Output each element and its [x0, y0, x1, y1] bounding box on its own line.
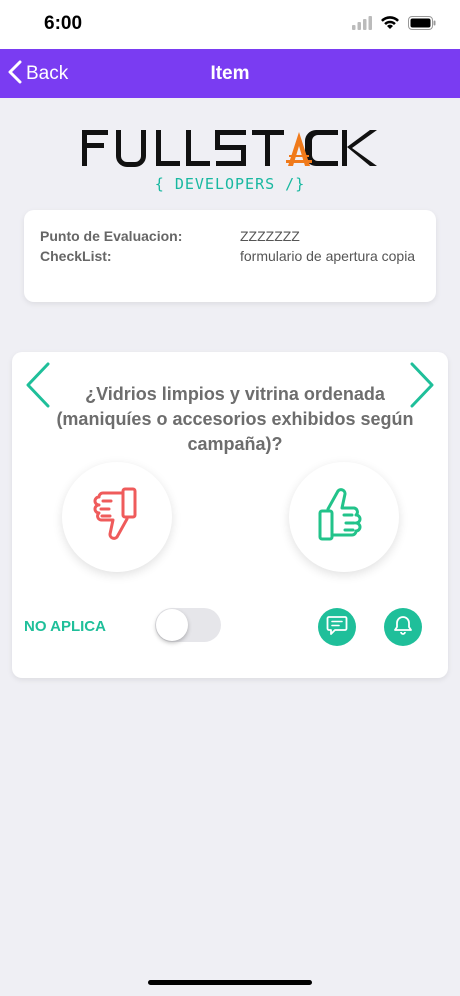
thumbs-up-button[interactable] [289, 462, 399, 572]
question-card: ¿Vidrios limpios y vitrina ordenada (man… [12, 352, 448, 678]
checklist-label: CheckList: [40, 248, 112, 264]
punto-label: Punto de Evaluacion: [40, 228, 183, 244]
page-title: Item [210, 63, 250, 84]
thumbs-down-button[interactable] [62, 462, 172, 572]
comment-icon [326, 614, 348, 641]
info-card: Punto de Evaluacion: ZZZZZZZ CheckList: … [24, 210, 436, 302]
signal-icon [352, 15, 372, 35]
no-aplica-label: NO APLICA [24, 618, 106, 635]
status-bar: 6:00 [0, 0, 460, 49]
toggle-knob [156, 609, 188, 641]
logo-subtitle: { DEVELOPERS /} [154, 175, 306, 193]
bell-icon [392, 614, 414, 641]
question-text: ¿Vidrios limpios y vitrina ordenada (man… [56, 384, 414, 454]
checklist-value: formulario de apertura copia [240, 248, 416, 264]
comment-button[interactable] [318, 608, 356, 646]
status-time: 6:00 [44, 13, 83, 34]
thumbs-up-icon [316, 485, 372, 550]
thumbs-down-icon [89, 485, 145, 550]
status-icons [352, 15, 436, 35]
no-aplica-toggle[interactable] [155, 608, 221, 642]
home-indicator [148, 980, 312, 985]
wifi-icon [380, 15, 400, 35]
logo-wordmark [82, 130, 377, 167]
nav-bar: Back Item [0, 49, 460, 98]
fullstack-logo: { DEVELOPERS /} [80, 126, 380, 194]
punto-value: ZZZZZZZ [240, 228, 300, 244]
battery-icon [408, 15, 436, 35]
notification-button[interactable] [384, 608, 422, 646]
